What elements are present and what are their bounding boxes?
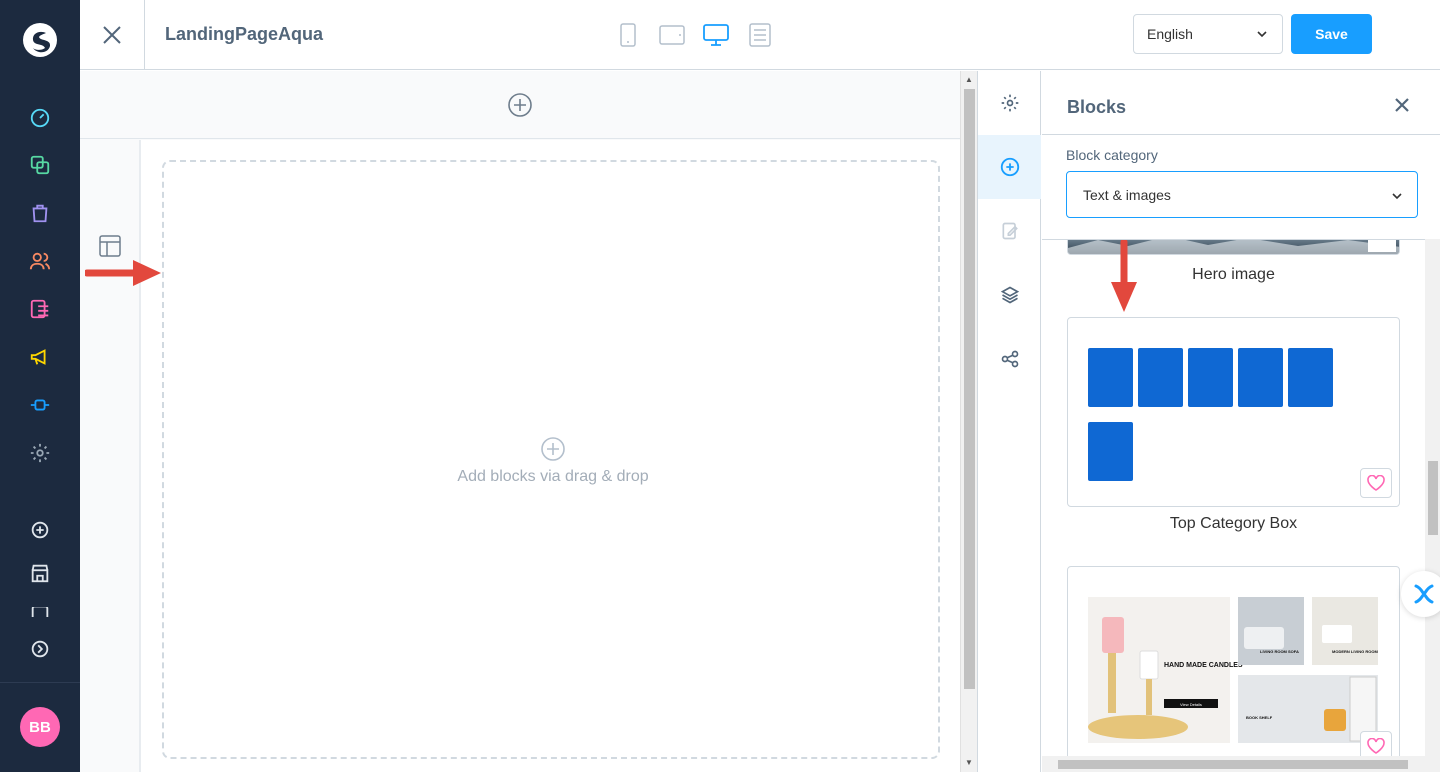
category-label: Block category [1066, 147, 1158, 163]
annotation-arrow-down-icon [1111, 240, 1137, 312]
section-sidebar [80, 140, 139, 772]
preview-text: HAND MADE CANDLES [1164, 662, 1243, 669]
nav-divider [0, 682, 80, 683]
shopware-logo-icon[interactable] [22, 22, 58, 58]
language-select[interactable]: English [1133, 14, 1283, 54]
preview-text: BOOK SHELF [1246, 715, 1273, 720]
dropzone-hint: Add blocks via drag & drop [457, 468, 649, 485]
top-bar: LandingPageAqua English Save [80, 0, 1440, 70]
editor-canvas: Add blocks via drag & drop [80, 71, 960, 772]
page-title: LandingPageAqua [165, 24, 324, 44]
scrollbar-thumb[interactable] [964, 89, 975, 689]
content-icon[interactable] [26, 295, 54, 323]
close-icon[interactable] [80, 0, 145, 69]
gallery-preview: HAND MADE CANDLES View Details LIVING RO… [1088, 597, 1380, 743]
canvas-scrollbar[interactable]: ▲ ▼ [960, 71, 977, 772]
share-icon[interactable] [978, 327, 1041, 391]
block-dropzone[interactable]: Add blocks via drag & drop [162, 160, 940, 759]
language-value: English [1147, 26, 1193, 42]
marketing-icon[interactable] [26, 343, 54, 371]
settings-icon[interactable] [978, 71, 1041, 135]
block-list: Hero image Top Category Box HAND MADE CA… [1042, 239, 1425, 756]
add-block-icon[interactable] [978, 135, 1041, 199]
annotation-arrow-right-icon [85, 260, 161, 286]
edit-icon[interactable] [978, 199, 1041, 263]
scroll-down-icon[interactable]: ▼ [965, 758, 973, 767]
close-icon[interactable] [1394, 97, 1410, 113]
heart-icon [1367, 738, 1385, 754]
scrollbar-thumb[interactable] [1428, 461, 1438, 535]
help-bubble[interactable] [1401, 571, 1440, 617]
preview-text: MODERN LIVING ROOM [1332, 649, 1378, 654]
scroll-up-icon[interactable]: ▲ [965, 75, 973, 84]
heart-icon [1367, 475, 1385, 491]
preview-text: LIVING ROOM SOFA [1260, 649, 1299, 654]
add-circle-icon [541, 437, 565, 461]
block-card-image-gallery[interactable]: HAND MADE CANDLES View Details LIVING RO… [1067, 566, 1400, 756]
avatar[interactable]: BB [20, 707, 60, 747]
layout-icon[interactable] [99, 235, 121, 257]
help-icon [1414, 584, 1434, 604]
layers-icon[interactable] [978, 263, 1041, 327]
panel-header: Blocks [1042, 71, 1440, 135]
category-tile [1138, 348, 1183, 407]
settings-icon[interactable] [26, 439, 54, 467]
category-tile [1288, 348, 1333, 407]
desktop-icon[interactable] [701, 20, 731, 50]
panel-title: Blocks [1067, 97, 1127, 117]
main-navigation: BB [0, 0, 80, 772]
orders-icon[interactable] [26, 199, 54, 227]
favorite-button[interactable] [1360, 731, 1392, 756]
list-icon[interactable] [745, 20, 775, 50]
add-icon[interactable] [26, 516, 54, 544]
store-icon[interactable] [26, 559, 54, 587]
add-section-top[interactable] [80, 71, 960, 139]
category-tile [1188, 348, 1233, 407]
dashboard-icon[interactable] [26, 104, 54, 132]
tablet-icon[interactable] [657, 20, 687, 50]
panel-horizontal-scrollbar[interactable] [1042, 756, 1425, 772]
chevron-down-icon [1392, 193, 1402, 200]
sidebar-nav [977, 71, 1041, 772]
customers-icon[interactable] [26, 247, 54, 275]
chevron-down-icon [1257, 31, 1267, 38]
preview-text: View Details [1180, 702, 1202, 707]
category-select[interactable]: Text & images [1066, 171, 1418, 218]
panel-scrollbar[interactable] [1425, 239, 1440, 772]
category-tile [1238, 348, 1283, 407]
favorite-button[interactable] [1360, 468, 1392, 498]
block-caption: Top Category Box [1169, 515, 1298, 532]
category-tile [1088, 422, 1133, 481]
page-section: Add blocks via drag & drop [139, 140, 960, 772]
block-card-top-category-box[interactable] [1067, 317, 1400, 507]
catalogue-icon[interactable] [26, 151, 54, 179]
add-circle-icon [508, 92, 532, 117]
save-button[interactable]: Save [1291, 14, 1372, 54]
more-icon[interactable] [26, 607, 54, 617]
blocks-panel: Blocks Block category Text & images Hero… [1042, 71, 1440, 772]
extensions-icon[interactable] [26, 391, 54, 419]
category-tile [1088, 348, 1133, 407]
category-value: Text & images [1083, 187, 1171, 203]
scrollbar-thumb[interactable] [1058, 760, 1408, 769]
expand-icon[interactable] [26, 635, 54, 663]
mobile-icon[interactable] [613, 20, 643, 50]
